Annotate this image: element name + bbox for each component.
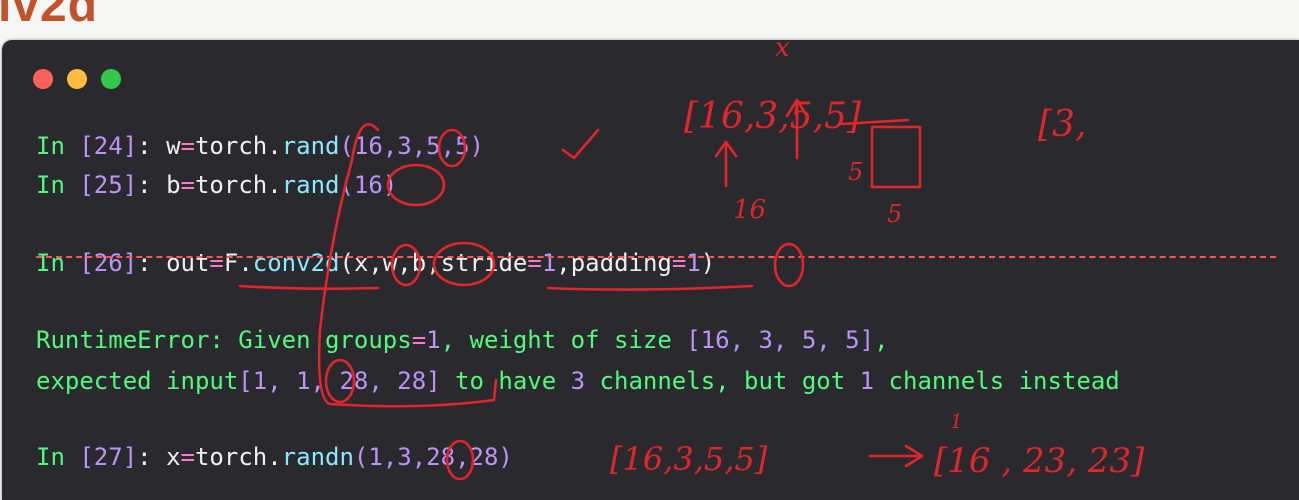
error-separator: [36, 256, 1276, 258]
maximize-button[interactable]: [101, 69, 121, 89]
code-line-in26: In [26]: out=F.conv2d(x,w,b,stride=1,pad…: [36, 249, 716, 277]
error-line-1: RuntimeError: Given groups=1, weight of …: [36, 326, 889, 354]
page-heading: lv2d: [0, 0, 99, 32]
code-line-in27: In [27]: x=torch.randn(1,3,28,28): [36, 443, 513, 471]
code-line-in24: In [24]: w=torch.rand(16,3,5,5): [36, 132, 484, 160]
close-button[interactable]: [33, 69, 53, 89]
window-controls: [33, 69, 121, 89]
code-line-in25: In [25]: b=torch.rand(16): [36, 171, 398, 199]
error-line-2: expected input[1, 1, 28, 28] to have 3 c…: [36, 367, 1120, 395]
minimize-button[interactable]: [67, 69, 87, 89]
